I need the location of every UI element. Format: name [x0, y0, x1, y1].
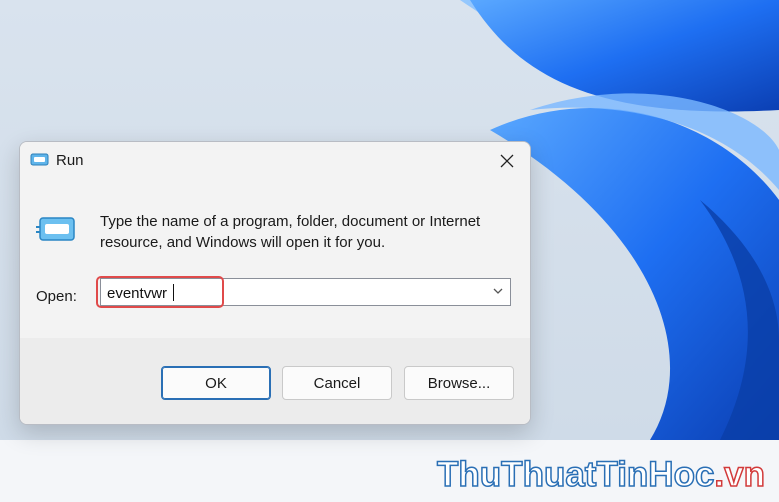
dialog-description: Type the name of a program, folder, docu… — [100, 213, 481, 251]
cancel-button[interactable]: Cancel — [282, 366, 392, 400]
watermark-suffix: .vn — [714, 454, 766, 495]
chevron-down-icon[interactable] — [491, 284, 505, 298]
run-app-icon — [36, 217, 75, 241]
close-icon — [500, 154, 514, 168]
close-button[interactable] — [484, 142, 530, 180]
watermark-main: ThuThuatTinHoc — [436, 454, 715, 495]
run-dialog: Run Type the name of a program, folder, … — [19, 141, 531, 425]
watermark-logo: ThuThuatTinHoc .vn — [436, 454, 766, 499]
ok-button[interactable]: OK — [161, 366, 271, 400]
run-app-icon — [30, 153, 49, 166]
browse-button[interactable]: Browse... — [404, 366, 514, 400]
title-bar[interactable]: Run — [20, 142, 530, 180]
dialog-content: Type the name of a program, folder, docu… — [20, 180, 530, 338]
window-title: Run — [56, 152, 84, 169]
highlight-box — [96, 276, 224, 308]
dialog-footer: OK Cancel Browse... — [20, 338, 530, 424]
open-label: Open: — [36, 288, 77, 305]
